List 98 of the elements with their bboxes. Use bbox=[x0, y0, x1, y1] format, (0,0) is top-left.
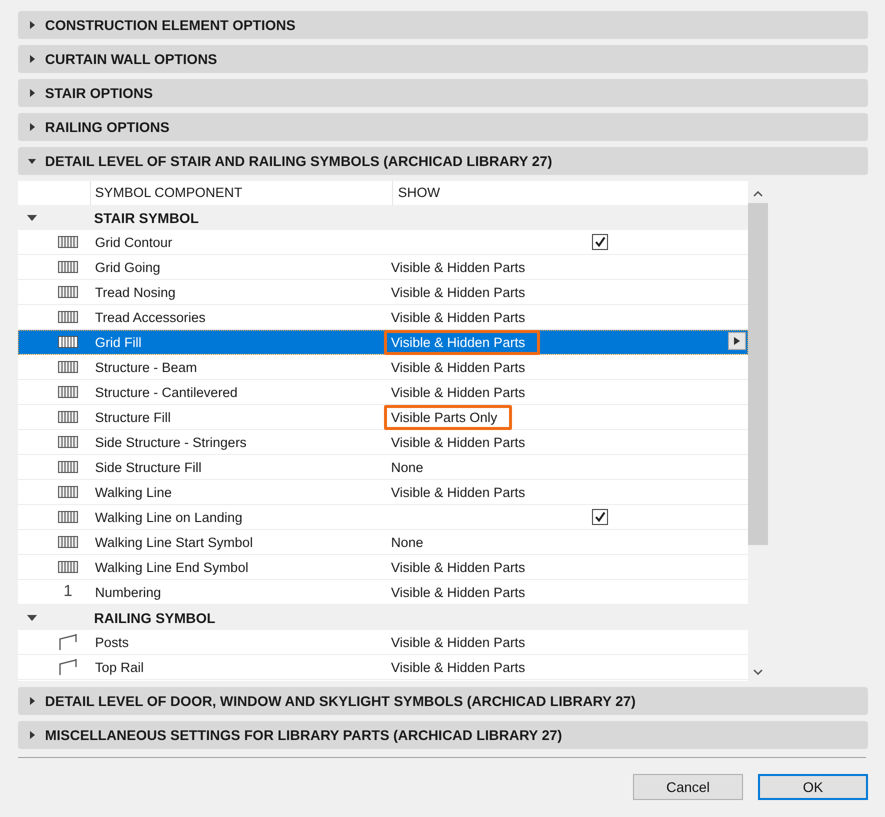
component-name: Walking Line on Landing bbox=[94, 510, 244, 524]
stair-grid-icon bbox=[58, 386, 78, 398]
group-title: STAIR SYMBOL bbox=[94, 210, 199, 226]
component-name: Structure Fill bbox=[94, 410, 172, 424]
table-row[interactable]: Side Structure - Stringers Visible & Hidden Parts bbox=[18, 430, 748, 455]
show-value[interactable]: Visible & Hidden Parts bbox=[384, 580, 540, 604]
show-value[interactable]: Visible & Hidden Parts bbox=[384, 554, 540, 580]
section-title: CURTAIN WALL OPTIONS bbox=[45, 51, 218, 67]
table-row[interactable]: Tread Nosing Visible & Hidden Parts bbox=[18, 280, 748, 305]
component-name: Posts bbox=[94, 634, 130, 650]
stair-grid-icon bbox=[58, 311, 78, 323]
show-value[interactable]: Visible & Hidden Parts bbox=[384, 304, 540, 330]
show-value[interactable]: Visible & Hidden Parts bbox=[384, 480, 540, 504]
expand-arrow-icon bbox=[28, 157, 36, 165]
expand-arrow-icon bbox=[28, 21, 36, 29]
expand-arrow-icon bbox=[28, 697, 36, 705]
stair-grid-icon bbox=[58, 511, 78, 523]
component-name: Side Structure Fill bbox=[94, 460, 203, 474]
section-header[interactable]: RAILING OPTIONS bbox=[18, 113, 868, 141]
stair-grid-icon bbox=[58, 411, 78, 423]
expand-arrow-icon bbox=[28, 89, 36, 97]
component-name: Tread Accessories bbox=[94, 310, 207, 324]
ok-button[interactable]: OK bbox=[758, 774, 868, 800]
stair-grid-icon bbox=[58, 361, 78, 373]
stair-grid-icon bbox=[58, 486, 78, 498]
table-row[interactable]: Grid Contour bbox=[18, 230, 748, 255]
section-header[interactable]: DETAIL LEVEL OF STAIR AND RAILING SYMBOLS (ARCHICAD LIBRARY 27) bbox=[18, 147, 868, 175]
group-title: RAILING SYMBOL bbox=[94, 610, 216, 626]
section-title: DETAIL LEVEL OF STAIR AND RAILING SYMBOLS (ARCHICAD LIBRARY 27) bbox=[45, 153, 552, 169]
show-value[interactable]: Visible & Hidden Parts bbox=[384, 254, 540, 280]
stair-grid-icon bbox=[58, 461, 78, 473]
show-value[interactable]: Visible & Hidden Parts bbox=[384, 430, 540, 454]
table-row[interactable]: Structure - Beam Visible & Hidden Parts bbox=[18, 355, 748, 380]
expand-arrow-icon bbox=[28, 55, 36, 63]
checkbox[interactable] bbox=[592, 234, 608, 250]
section-title: STAIR OPTIONS bbox=[45, 85, 153, 101]
section-title: CONSTRUCTION ELEMENT OPTIONS bbox=[45, 17, 296, 33]
table-row[interactable]: Structure Fill Visible Parts Only bbox=[18, 405, 748, 430]
show-value[interactable]: Visible & Hidden Parts bbox=[384, 330, 540, 354]
component-name: Structure - Cantilevered bbox=[94, 384, 239, 400]
section-header[interactable]: MISCELLANEOUS SETTINGS FOR LIBRARY PARTS (ARCHICAD LIBRARY 27) bbox=[18, 721, 868, 749]
triangle-icon bbox=[734, 337, 740, 345]
show-value[interactable]: None bbox=[384, 530, 438, 554]
stair-grid-icon bbox=[58, 261, 78, 273]
component-name: Walking Line End Symbol bbox=[94, 560, 250, 574]
expand-arrow-icon bbox=[28, 731, 36, 739]
table-row[interactable]: Walking Line End Symbol Visible & Hidden Parts bbox=[18, 555, 748, 580]
scroll-thumb[interactable] bbox=[748, 203, 768, 545]
table-row[interactable]: Grid Fill Visible & Hidden Parts bbox=[18, 330, 748, 355]
cancel-button[interactable]: Cancel bbox=[633, 774, 743, 800]
component-name: Grid Contour bbox=[94, 234, 174, 250]
component-name: Grid Going bbox=[94, 260, 162, 274]
group-row[interactable]: RAILING SYMBOL bbox=[18, 605, 748, 630]
table-row[interactable]: Posts Visible & Hidden Parts bbox=[18, 630, 748, 655]
checkbox[interactable] bbox=[592, 509, 608, 525]
section-header[interactable]: DETAIL LEVEL OF DOOR, WINDOW AND SKYLIGHT SYMBOLS (ARCHICAD LIBRARY 27) bbox=[18, 687, 868, 715]
table-row[interactable]: Walking Line Visible & Hidden Parts bbox=[18, 480, 748, 505]
table-row[interactable]: Top Rail Visible & Hidden Parts bbox=[18, 655, 748, 680]
component-name: Grid Fill bbox=[94, 334, 142, 350]
show-value[interactable]: Visible Parts Only bbox=[384, 404, 512, 430]
show-value[interactable]: Visible & Hidden Parts bbox=[384, 380, 540, 404]
section-header[interactable]: STAIR OPTIONS bbox=[18, 79, 868, 107]
component-name: Walking Line bbox=[94, 484, 173, 500]
table-row[interactable]: Walking Line Start Symbol None bbox=[18, 530, 748, 555]
scroll-up-icon[interactable] bbox=[753, 191, 763, 197]
show-value[interactable]: Visible & Hidden Parts bbox=[384, 354, 540, 380]
show-value[interactable]: Visible & Hidden Parts bbox=[384, 654, 540, 680]
component-name: Side Structure - Stringers bbox=[94, 434, 248, 450]
table-row[interactable]: Grid Going Visible & Hidden Parts bbox=[18, 255, 748, 280]
table-row[interactable]: Side Structure Fill None bbox=[18, 455, 748, 480]
section-header[interactable]: CURTAIN WALL OPTIONS bbox=[18, 45, 868, 73]
number-icon: 1 bbox=[64, 583, 72, 601]
stair-grid-icon bbox=[58, 536, 78, 548]
section-title: RAILING OPTIONS bbox=[45, 119, 170, 135]
stair-grid-icon bbox=[58, 286, 78, 298]
section-header[interactable]: CONSTRUCTION ELEMENT OPTIONS bbox=[18, 11, 868, 39]
section-title: DETAIL LEVEL OF DOOR, WINDOW AND SKYLIGHT SYMBOLS (ARCHICAD LIBRARY 27) bbox=[45, 693, 636, 709]
show-value[interactable]: Visible & Hidden Parts bbox=[384, 280, 540, 304]
table-row[interactable]: Structure - Cantilevered Visible & Hidden Parts bbox=[18, 380, 748, 405]
component-name: Walking Line Start Symbol bbox=[94, 534, 254, 550]
stair-grid-icon bbox=[58, 236, 78, 248]
show-value[interactable]: None bbox=[384, 454, 438, 480]
component-name: Structure - Beam bbox=[94, 360, 198, 374]
stair-grid-icon bbox=[58, 336, 78, 348]
railing-icon bbox=[58, 633, 78, 651]
stair-grid-icon bbox=[58, 561, 78, 573]
stair-grid-icon bbox=[58, 436, 78, 448]
railing-icon bbox=[58, 658, 78, 676]
dropdown-button[interactable] bbox=[728, 332, 746, 350]
table-row[interactable]: Walking Line on Landing bbox=[18, 505, 748, 530]
component-name: Numbering bbox=[94, 584, 162, 600]
scroll-down-icon[interactable] bbox=[753, 669, 763, 675]
component-name: Top Rail bbox=[94, 660, 145, 674]
section-title: MISCELLANEOUS SETTINGS FOR LIBRARY PARTS (ARCHICAD LIBRARY 27) bbox=[45, 727, 562, 743]
component-name: Tread Nosing bbox=[94, 284, 177, 300]
show-value[interactable]: Visible & Hidden Parts bbox=[384, 630, 540, 654]
expand-arrow-icon bbox=[28, 123, 36, 131]
group-row[interactable]: STAIR SYMBOL bbox=[18, 205, 748, 230]
